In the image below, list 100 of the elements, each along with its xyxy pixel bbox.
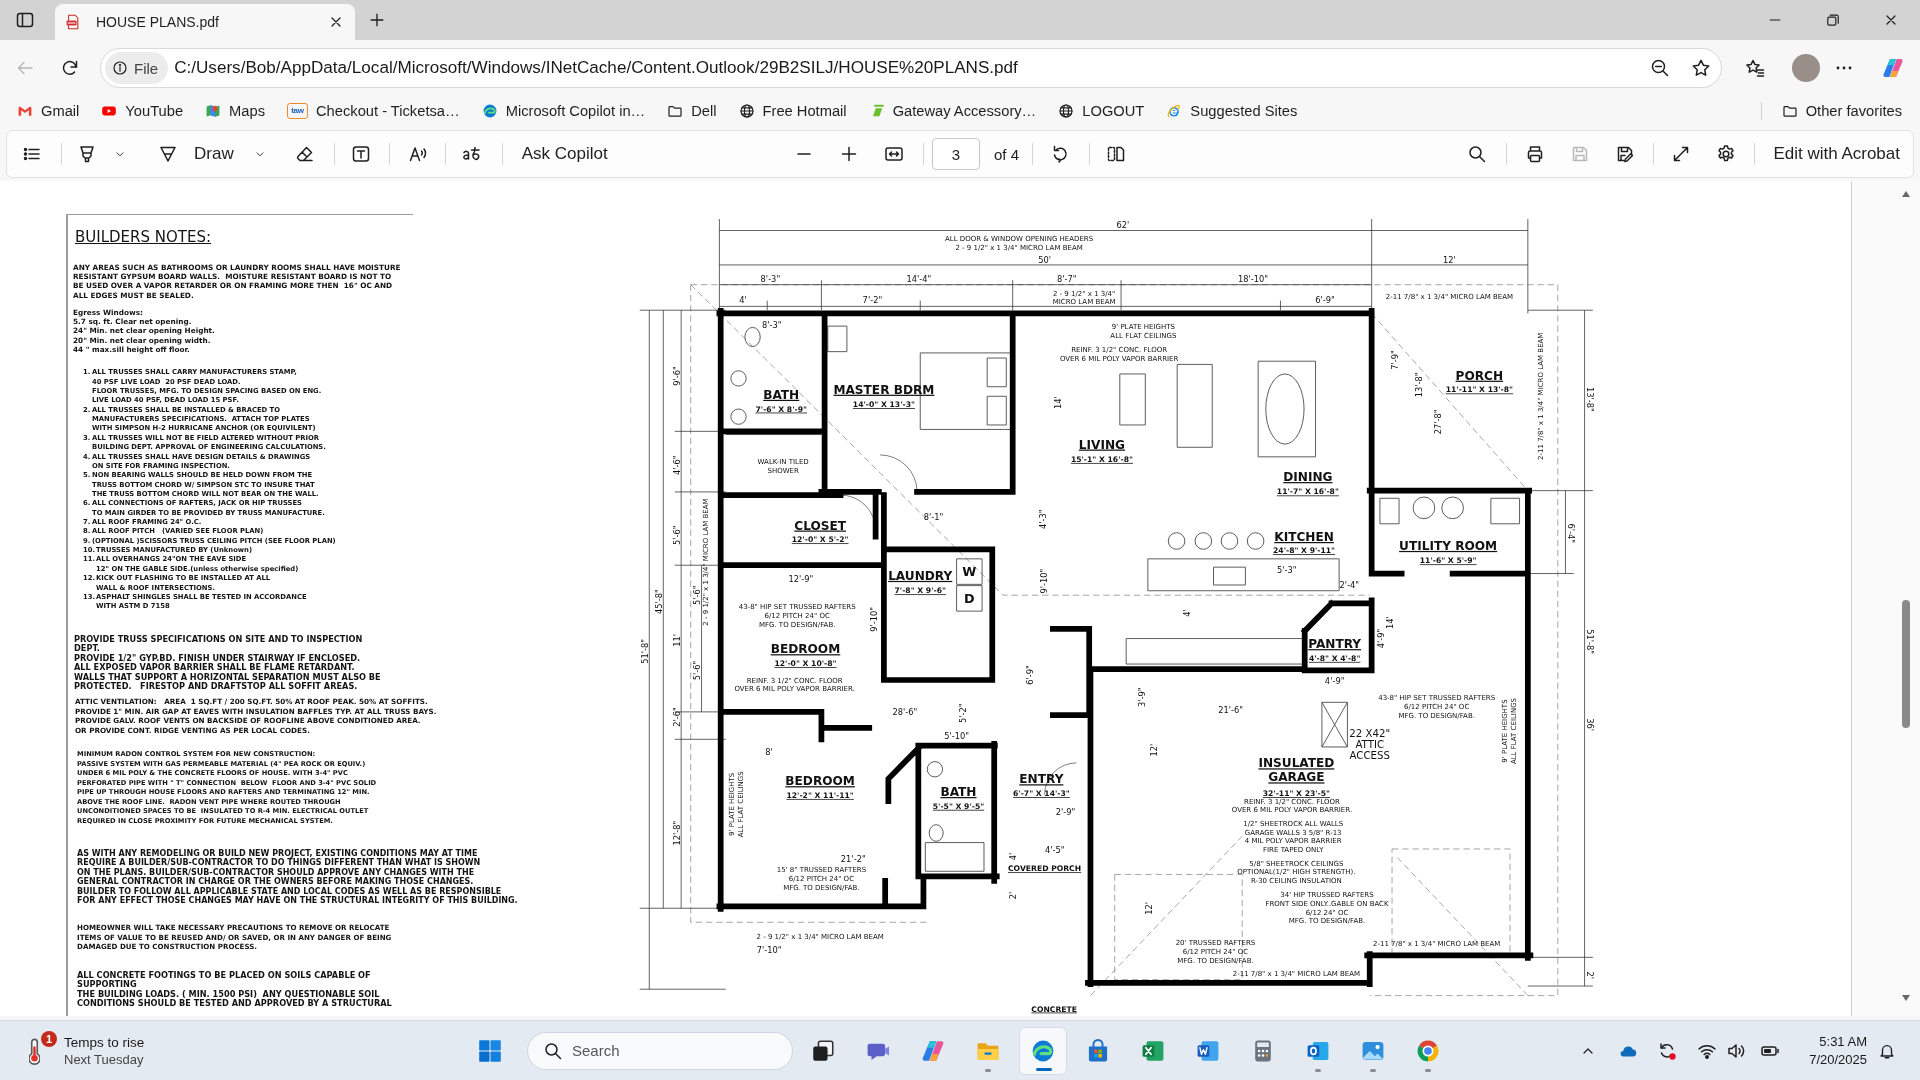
- dimension-label: 8'-7": [1057, 273, 1077, 284]
- dimension-label: 6'-4": [1565, 523, 1576, 544]
- dimension-label: 5'-2": [958, 703, 969, 723]
- bookmark-link[interactable]: LOGOUT: [1058, 103, 1145, 119]
- room-name: BEDROOM: [770, 642, 841, 657]
- restore-icon[interactable]: [1825, 12, 1841, 28]
- dimension-label: 2'-9": [1055, 807, 1076, 818]
- highlighter-icon[interactable]: [77, 144, 97, 164]
- zoom-out-icon[interactable]: [1650, 58, 1670, 78]
- refresh-icon[interactable]: [60, 58, 80, 78]
- plus-icon[interactable]: [839, 144, 859, 164]
- ask-copilot-button[interactable]: Ask Copilot: [513, 138, 616, 170]
- page-view-icon[interactable]: [1106, 144, 1126, 164]
- text-box-icon[interactable]: [350, 144, 371, 164]
- page-count: of 4: [994, 145, 1019, 163]
- dimension-label: 4'-9": [1324, 676, 1345, 687]
- browser-tab[interactable]: HOUSE PLANS.pdf: [55, 4, 355, 40]
- pdf-file-icon: [65, 14, 81, 30]
- dimension-label: 9'-6": [671, 366, 682, 386]
- folder-icon: [1781, 103, 1798, 119]
- dimension-label: 21'-2": [840, 854, 866, 864]
- dimension-label: 4': [1007, 852, 1018, 861]
- room-name: CLOSET: [794, 518, 846, 533]
- dimension-label: 14': [1385, 616, 1395, 629]
- dimension-label: 2': [1584, 971, 1595, 979]
- scrollbar-thumb[interactable]: [1902, 600, 1910, 728]
- star-icon[interactable]: [1691, 58, 1711, 78]
- weather-title[interactable]: Temps to rise: [64, 1033, 145, 1051]
- dimension-label: 21'-6": [1218, 705, 1244, 716]
- clock-date[interactable]: 7/20/2025: [1797, 1050, 1867, 1069]
- search-icon[interactable]: [1467, 144, 1488, 164]
- appliance-label: D: [964, 590, 975, 606]
- dimension-label: 51'-8": [1584, 629, 1595, 655]
- dimension-label: 2'-6": [671, 707, 682, 727]
- site-info-button[interactable]: File: [105, 52, 169, 84]
- bookmark-link[interactable]: Maps: [205, 103, 265, 119]
- dimension-label: 6'-9": [1315, 295, 1335, 306]
- dimension-label: 28'-6": [892, 706, 918, 717]
- room-name: PORCH: [1455, 368, 1504, 383]
- dimension-label: 4': [739, 295, 747, 306]
- notes-paragraph: AS WITH ANY REMODELING OR BUILD NEW PROJECT, EXISTING CONDITIONS MAY AT TIME REQUIRE A BUILDER/SUB-CONTRACTOR TO DO THINGS DIFFERENT THAN WHAT IS SHOWN ON THE PLANS. BUILDER/SUB-CONTRACTOR SHOULD APPROVE ANY CHANGES WITH THE GENERAL CONTRACTOR IN CHARGE OR THE OWNERS BEFORE MAKING THOSE CHANGES. BUILDER TO FOLLOW ALL APPLICABLE STATE AND LOCAL CODES AS WELL AS BE RESPONSIBLE FOR ANY EFFECT THOSE CHANGES MAY HAVE ON THE STRUCTURAL INTEGRITY OF THIS BUILDING.: [77, 848, 518, 906]
- room-name: UTILITY ROOM: [1399, 538, 1498, 553]
- dimension-label: 12': [1144, 901, 1154, 915]
- scroll-down-icon[interactable]: [1902, 995, 1910, 1001]
- e-logo-icon: [1166, 103, 1183, 119]
- swirl-icon: [481, 103, 498, 119]
- bookmark-folder[interactable]: Other favorites: [1781, 103, 1902, 119]
- favorites-icon[interactable]: [1745, 58, 1765, 78]
- dimension-label: 4'-3": [1038, 509, 1049, 530]
- weather-subtitle[interactable]: Next Tuesday: [64, 1050, 145, 1068]
- notes-paragraph: PROVIDE TRUSS SPECIFICATIONS ON SITE AND TO INSPECTION DEPT. PROVIDE 1/2" GYP.BD. FINISH UNDER STAIRWAY IF ENCLOSED. ALL EXPOSED VAPOR BARRIER SHALL BE FLAME RETARDANT. WALLS THAT SUPPORT A HORIZONTAL SEPARATION MUST ALSO BE PROTECTED. FIRESTOP AND DRAFTSTOP ALL SOFFIT AREAS.: [74, 634, 381, 692]
- dimension-label: 51'-8": [639, 638, 650, 664]
- url-text[interactable]: C:/Users/Bob/AppData/Local/Microsoft/Windows/INetCache/Content.Outlook/29B2SILJ/HOUSE%20PLANS.pdf: [174, 58, 1018, 78]
- draw-button[interactable]: Draw: [158, 144, 266, 164]
- room-name: DINING: [1283, 470, 1333, 485]
- panel-icon[interactable]: [15, 10, 35, 30]
- globe-icon: [738, 103, 755, 119]
- dimension-label: 7'-10": [756, 944, 782, 955]
- dimension-label: 45'-8": [653, 589, 664, 614]
- dimension-label: 14': [1053, 396, 1064, 410]
- eraser-icon[interactable]: [294, 144, 315, 164]
- scroll-up-icon[interactable]: [1902, 191, 1910, 197]
- search-field[interactable]: Search: [527, 1031, 793, 1070]
- settings-icon[interactable]: [1716, 144, 1737, 164]
- address-bar[interactable]: File C:/Users/Bob/AppData/Local/Microsoft/Windows/INetCache/Content.Outlook/29B2SILJ/HOUSE%20PLANS.pdf: [100, 48, 1722, 88]
- bookmark-link[interactable]: taw Checkout - Ticketsa…: [287, 103, 460, 119]
- dimension-label: 12': [1443, 255, 1456, 266]
- dimension-label: 6'-9": [1025, 665, 1036, 685]
- dimension-label: 9'-10": [1039, 568, 1050, 594]
- bookmark-link[interactable]: Dell: [667, 103, 717, 119]
- fit-width-icon[interactable]: [884, 144, 904, 164]
- dimension-label: 4': [1181, 609, 1192, 617]
- room-name: INSULATED GARAGE: [1258, 756, 1335, 785]
- dimension-label: 50': [1038, 255, 1051, 266]
- save-as-icon[interactable]: [1615, 144, 1636, 164]
- dimension-label: 13'-8": [1584, 387, 1595, 412]
- bookmark-link[interactable]: Suggested Sites: [1166, 103, 1298, 119]
- bookmark-link[interactable]: Microsoft Copilot in…: [481, 103, 646, 119]
- dimension-label: 27'-8": [1433, 409, 1444, 435]
- clock-time[interactable]: 5:31 AM: [1797, 1032, 1867, 1051]
- sync-icon[interactable]: [1657, 1040, 1677, 1061]
- plus-icon[interactable]: [368, 11, 386, 29]
- dimension-label: 4'-6": [671, 455, 682, 475]
- room-name: BATH: [763, 387, 800, 402]
- dimension-label: 8'-3": [761, 319, 782, 330]
- edit-button[interactable]: Edit with Acrobat: [1765, 138, 1908, 170]
- notification-badge: 1: [41, 1030, 57, 1047]
- read-aloud-icon[interactable]: [407, 144, 428, 164]
- notes-paragraph: ALL CONCRETE FOOTINGS TO BE PLACED ON SOILS CAPABLE OF SUPPORTING THE BUILDING LOADS. ( MIN. 1500 PSI) ANY QUESTIONABLE SOIL CONDITIONS SHOULD BE TESTED AND APPROVED BY A STRUCTURAL: [77, 970, 392, 1009]
- room-name: MASTER BDRM: [833, 382, 935, 397]
- bookmark-link[interactable]: Gateway Accessory…: [868, 103, 1037, 119]
- bookmark-link[interactable]: YouTube: [101, 103, 184, 119]
- page-number-field[interactable]: 3: [932, 138, 980, 170]
- bookmark-link[interactable]: Gmail: [17, 103, 80, 119]
- avatar[interactable]: [1792, 54, 1820, 82]
- start-icon[interactable]: [478, 1038, 502, 1063]
- bookmark-link[interactable]: Free Hotmail: [738, 103, 847, 119]
- search-input[interactable]: Search: [572, 1042, 752, 1059]
- ribbon-logo-icon[interactable]: [1881, 56, 1905, 80]
- thermometer-icon[interactable]: [29, 1036, 40, 1065]
